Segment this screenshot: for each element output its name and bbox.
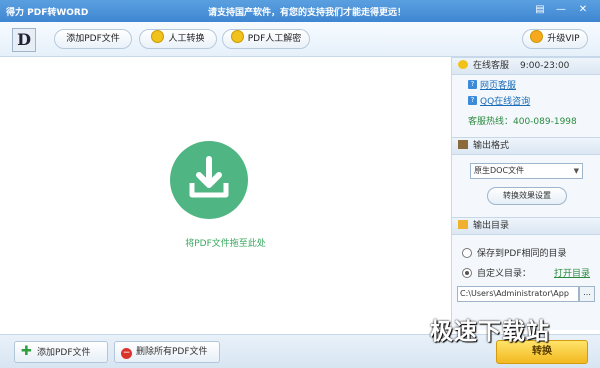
watermark-text: 极速下载站 [430,319,550,345]
title-bar: 得力 PDF转WORD 请支持国产软件，有您的支持我们才能走得更远！ ▤ — ✕ [0,0,600,22]
custom-dir-label: 自定义目录： [477,269,532,279]
drop-hint: 将PDF文件拖至此处 [185,239,266,249]
format-title: 输出格式 [473,141,510,151]
toolbar: D 添加PDF文件 人工转换 PDF人工解密 升级VIP [0,22,600,57]
app-title: 得力 PDF转WORD [6,8,89,18]
manual-decrypt-button[interactable]: PDF人工解密 [222,29,310,49]
output-section-header: 输出目录 [452,217,600,235]
bottom-add-pdf-label: 添加PDF文件 [37,348,91,358]
help-icon: ? [468,96,477,105]
manual-convert-button[interactable]: 人工转换 [139,29,217,49]
service-title: 在线客服 [473,61,510,71]
web-service-link[interactable]: 网页客服 [480,78,516,91]
chevron-down-icon: ▼ [573,167,579,175]
bottom-add-pdf-button[interactable]: ✚ 添加PDF文件 [14,341,108,363]
service-hours: 9:00-23:00 [520,61,570,71]
remove-all-button[interactable]: − 删除所有PDF文件 [114,341,220,363]
sidebar: 在线客服 9:00-23:00 ? 网页客服 ? QQ在线咨询 客服热线：400… [451,57,600,330]
slogan-text: 请支持国产软件，有您的支持我们才能走得更远！ [208,8,407,18]
plus-icon: ✚ [21,344,32,359]
radio-custom-dir[interactable] [462,268,472,278]
convert-label: 转换 [532,346,552,357]
app-logo: D [12,28,36,52]
smiley-icon [230,30,244,43]
browse-button[interactable]: ... [579,286,595,302]
upgrade-vip-button[interactable]: 升级VIP [522,29,588,49]
output-title: 输出目录 [473,221,510,231]
add-pdf-label: 添加PDF文件 [66,34,120,44]
hotline-text: 客服热线：400-089-1998 [468,117,577,127]
upgrade-vip-label: 升级VIP [547,34,580,44]
smiley-icon [458,60,468,69]
output-path-input[interactable]: C:\Users\Administrator\App [457,286,579,302]
radio-same-dir[interactable] [462,248,472,258]
format-section-header: 输出格式 [452,137,600,155]
briefcase-icon [458,140,468,149]
remove-icon: − [121,348,132,359]
add-pdf-button[interactable]: 添加PDF文件 [54,29,132,49]
format-selected: 原生DOC文件 [474,166,525,175]
download-icon[interactable] [170,141,248,219]
smiley-icon [151,30,165,43]
manual-convert-label: 人工转换 [168,34,205,44]
qq-service-link[interactable]: QQ在线咨询 [480,94,530,107]
manual-decrypt-label: PDF人工解密 [247,34,302,44]
open-dir-link[interactable]: 打开目录 [554,266,590,279]
remove-all-label: 删除所有PDF文件 [136,347,208,357]
close-icon[interactable]: ✕ [575,3,591,17]
folder-icon [458,220,468,229]
help-icon: ? [468,80,477,89]
drop-area[interactable]: 将PDF文件拖至此处 [0,57,451,334]
vip-icon [530,30,544,43]
effect-settings-button[interactable]: 转换效果设置 [487,187,567,205]
minimize-icon[interactable]: — [553,3,569,17]
same-dir-label: 保存到PDF相同的目录 [477,249,567,259]
format-select[interactable]: 原生DOC文件 ▼ [470,163,583,179]
menu-icon[interactable]: ▤ [532,3,548,17]
service-section-header: 在线客服 9:00-23:00 [452,57,600,75]
